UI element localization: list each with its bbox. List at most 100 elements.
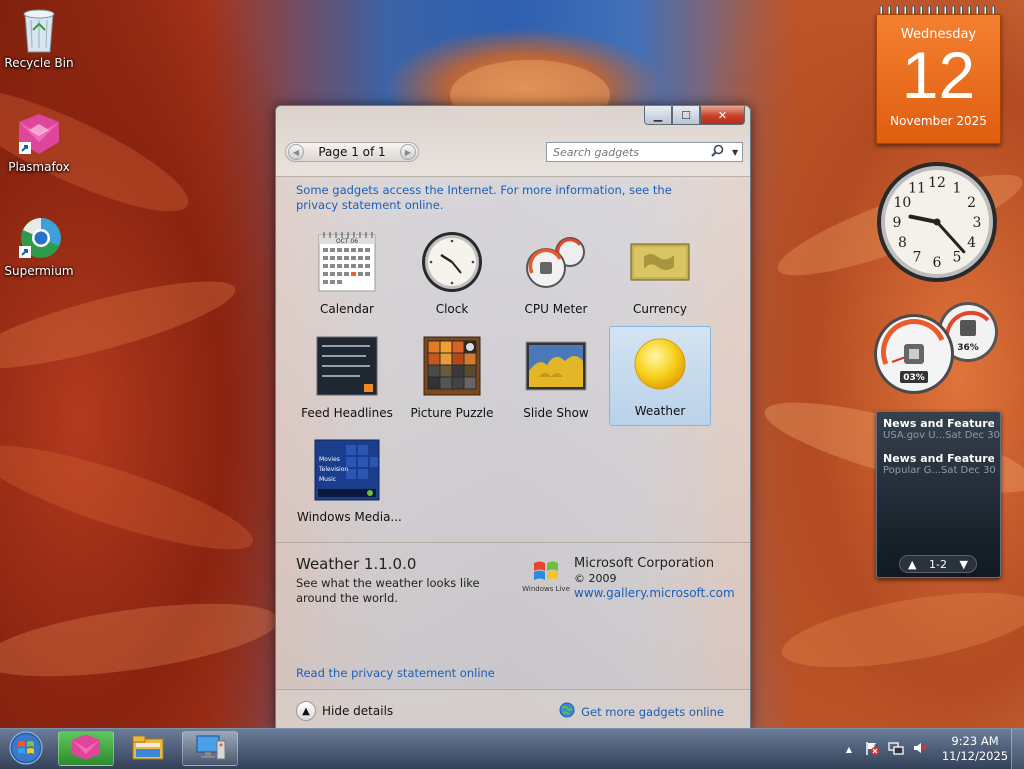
search-input[interactable] <box>551 144 705 160</box>
feed-headlines-gadget[interactable]: News and Features f... USA.gov U...Sat D… <box>876 411 1001 578</box>
cpu-meter-gadget-icon <box>524 235 588 292</box>
clock-number: 12 <box>928 175 946 191</box>
previous-page-button[interactable]: ◀ <box>288 144 304 160</box>
feed-item[interactable]: News and Features f... USA.gov U...Sat D… <box>883 417 1000 447</box>
search-icon[interactable] <box>711 144 724 160</box>
minimize-icon: ▁ <box>653 108 663 122</box>
clock-number: 10 <box>893 195 911 211</box>
gadget-tile-label: Weather <box>634 404 686 418</box>
taskbar-date: 11/12/2025 <box>941 749 1009 763</box>
gadget-tile-picture-puzzle[interactable]: Picture Puzzle <box>401 328 503 428</box>
desktop-icon-plasmafox[interactable]: Plasmafox <box>0 112 78 174</box>
feed-page-label: 1-2 <box>929 557 947 571</box>
get-more-gadgets-link[interactable]: Get more gadgets online <box>559 702 724 721</box>
feed-pager: ▲ 1-2 ▼ <box>899 555 977 573</box>
next-page-button[interactable]: ▶ <box>400 144 416 160</box>
taskbar-explorer-button[interactable] <box>120 731 176 766</box>
window-caption-buttons: ▁ ☐ ✕ <box>644 106 745 125</box>
show-hidden-icons-button[interactable]: ▲ <box>846 745 852 754</box>
network-icon[interactable] <box>888 740 904 759</box>
gadget-tile-weather[interactable]: Weather <box>609 326 711 426</box>
currency-gadget-icon <box>630 243 690 284</box>
gadget-tile-label: Feed Headlines <box>301 406 393 420</box>
privacy-statement-link[interactable]: Read the privacy statement online <box>296 666 495 680</box>
gallery-footer: ▲ Hide details Get more gadgets online <box>276 689 750 728</box>
gadget-tile-feed-headlines[interactable]: Feed Headlines <box>296 328 398 428</box>
gadget-tile-clock[interactable]: Clock <box>401 224 503 324</box>
start-button[interactable] <box>4 731 48 767</box>
clock-number: 9 <box>893 215 902 231</box>
chevron-up-icon: ▲ <box>296 701 316 721</box>
computer-monitor-icon <box>193 733 227 764</box>
taskbar-clock[interactable]: 9:23 AM 11/12/2025 <box>940 734 1010 764</box>
gadget-details-description: See what the weather looks like around t… <box>296 576 480 605</box>
feed-item-source: USA.gov U... <box>883 430 946 441</box>
chevron-left-icon: ◀ <box>292 147 300 157</box>
action-center-flag-icon[interactable] <box>864 740 880 759</box>
search-box: ▼ <box>546 142 743 162</box>
volume-muted-icon[interactable] <box>912 740 928 759</box>
feed-item-source: Popular G... <box>883 465 941 476</box>
media-thumb-line: Television <box>318 466 348 473</box>
hide-details-button[interactable]: ▲ Hide details <box>296 701 393 721</box>
feed-item[interactable]: News and Features f... Popular G...Sat D… <box>883 452 996 482</box>
minimize-button[interactable]: ▁ <box>644 106 672 125</box>
gadget-details-title: Weather 1.1.0.0 <box>296 555 417 573</box>
gadget-tile-label: Clock <box>435 302 469 316</box>
gadget-tile-label: Calendar <box>320 302 374 316</box>
calendar-gadget-icon: OCT 06 <box>318 231 376 296</box>
calendar-day-number: 12 <box>901 38 976 112</box>
cpu-usage-value: 03% <box>903 373 925 383</box>
search-dropdown-chevron-icon[interactable]: ▼ <box>732 148 738 157</box>
feed-headlines-gadget-icon <box>316 336 378 399</box>
gallery-header: ▁ ☐ ✕ ◀ Page 1 of 1 ▶ ▼ <box>276 106 750 177</box>
taskbar-plasmafox-button[interactable] <box>58 731 114 766</box>
plasmafox-icon <box>69 733 103 764</box>
show-desktop-button[interactable] <box>1011 729 1024 769</box>
taskbar-control-panel-button[interactable] <box>182 731 238 766</box>
calendar-gadget[interactable]: Wednesday 12 November 2025 <box>876 14 1001 144</box>
windows-media-gadget-icon: Movies Television Music <box>314 439 380 504</box>
media-thumb-line: Music <box>319 476 336 483</box>
gadget-tile-currency[interactable]: Currency <box>609 224 711 324</box>
gadget-tile-label: Currency <box>632 302 688 316</box>
supermium-icon <box>0 216 78 262</box>
feed-item-date: Sat Dec 30 <box>940 465 996 476</box>
cpu-meter-gadget[interactable]: 36% 03% <box>874 300 1002 396</box>
privacy-notice-link[interactable]: Some gadgets access the Internet. For mo… <box>296 183 716 213</box>
gadget-details-company: Microsoft Corporation <box>574 556 715 571</box>
weather-gadget-icon <box>632 336 688 395</box>
gadget-tile-calendar[interactable]: OCT 06 Calendar <box>296 224 398 324</box>
gadget-tile-label: Picture Puzzle <box>410 406 494 420</box>
desktop-icon-supermium[interactable]: Supermium <box>0 216 78 278</box>
clock-number: 6 <box>933 255 942 271</box>
maximize-button[interactable]: ☐ <box>672 106 700 125</box>
get-more-gadgets-label: Get more gadgets online <box>581 704 724 719</box>
clock-number: 1 <box>953 180 962 196</box>
feed-next-icon[interactable]: ▼ <box>960 558 968 571</box>
clock-number: 8 <box>898 235 907 251</box>
calendar-month-year: November 2025 <box>890 114 987 128</box>
gadget-tile-windows-media-center[interactable]: Movies Television Music Windows Media... <box>296 432 402 532</box>
close-icon: ✕ <box>717 108 728 122</box>
page-label: Page 1 of 1 <box>318 145 386 159</box>
feed-prev-icon[interactable]: ▲ <box>908 558 916 571</box>
chevron-right-icon: ▶ <box>404 147 412 157</box>
gadget-tile-cpu-meter[interactable]: CPU Meter <box>505 224 607 324</box>
gadget-tile-slide-show[interactable]: Slide Show <box>505 328 607 428</box>
clock-number: 11 <box>908 180 926 196</box>
desktop-icon-recycle-bin[interactable]: Recycle Bin <box>0 6 78 70</box>
globe-icon <box>559 702 575 721</box>
close-button[interactable]: ✕ <box>700 106 745 125</box>
clock-number: 2 <box>967 195 976 211</box>
gadget-tile-label: Slide Show <box>523 406 589 420</box>
clock-number: 5 <box>953 250 962 266</box>
gadget-details-url-link[interactable]: www.gallery.microsoft.com <box>574 586 735 600</box>
windows-start-orb-icon <box>7 730 45 769</box>
clock-gadget[interactable]: 1234567891011 12 <box>875 160 999 284</box>
desktop-icon-label: Recycle Bin <box>4 56 74 70</box>
gadget-details-copyright: © 2009 <box>574 572 617 585</box>
plasmafox-icon <box>0 112 78 158</box>
maximize-icon: ☐ <box>681 108 691 122</box>
windows-live-logo: Windows Live <box>521 557 571 593</box>
